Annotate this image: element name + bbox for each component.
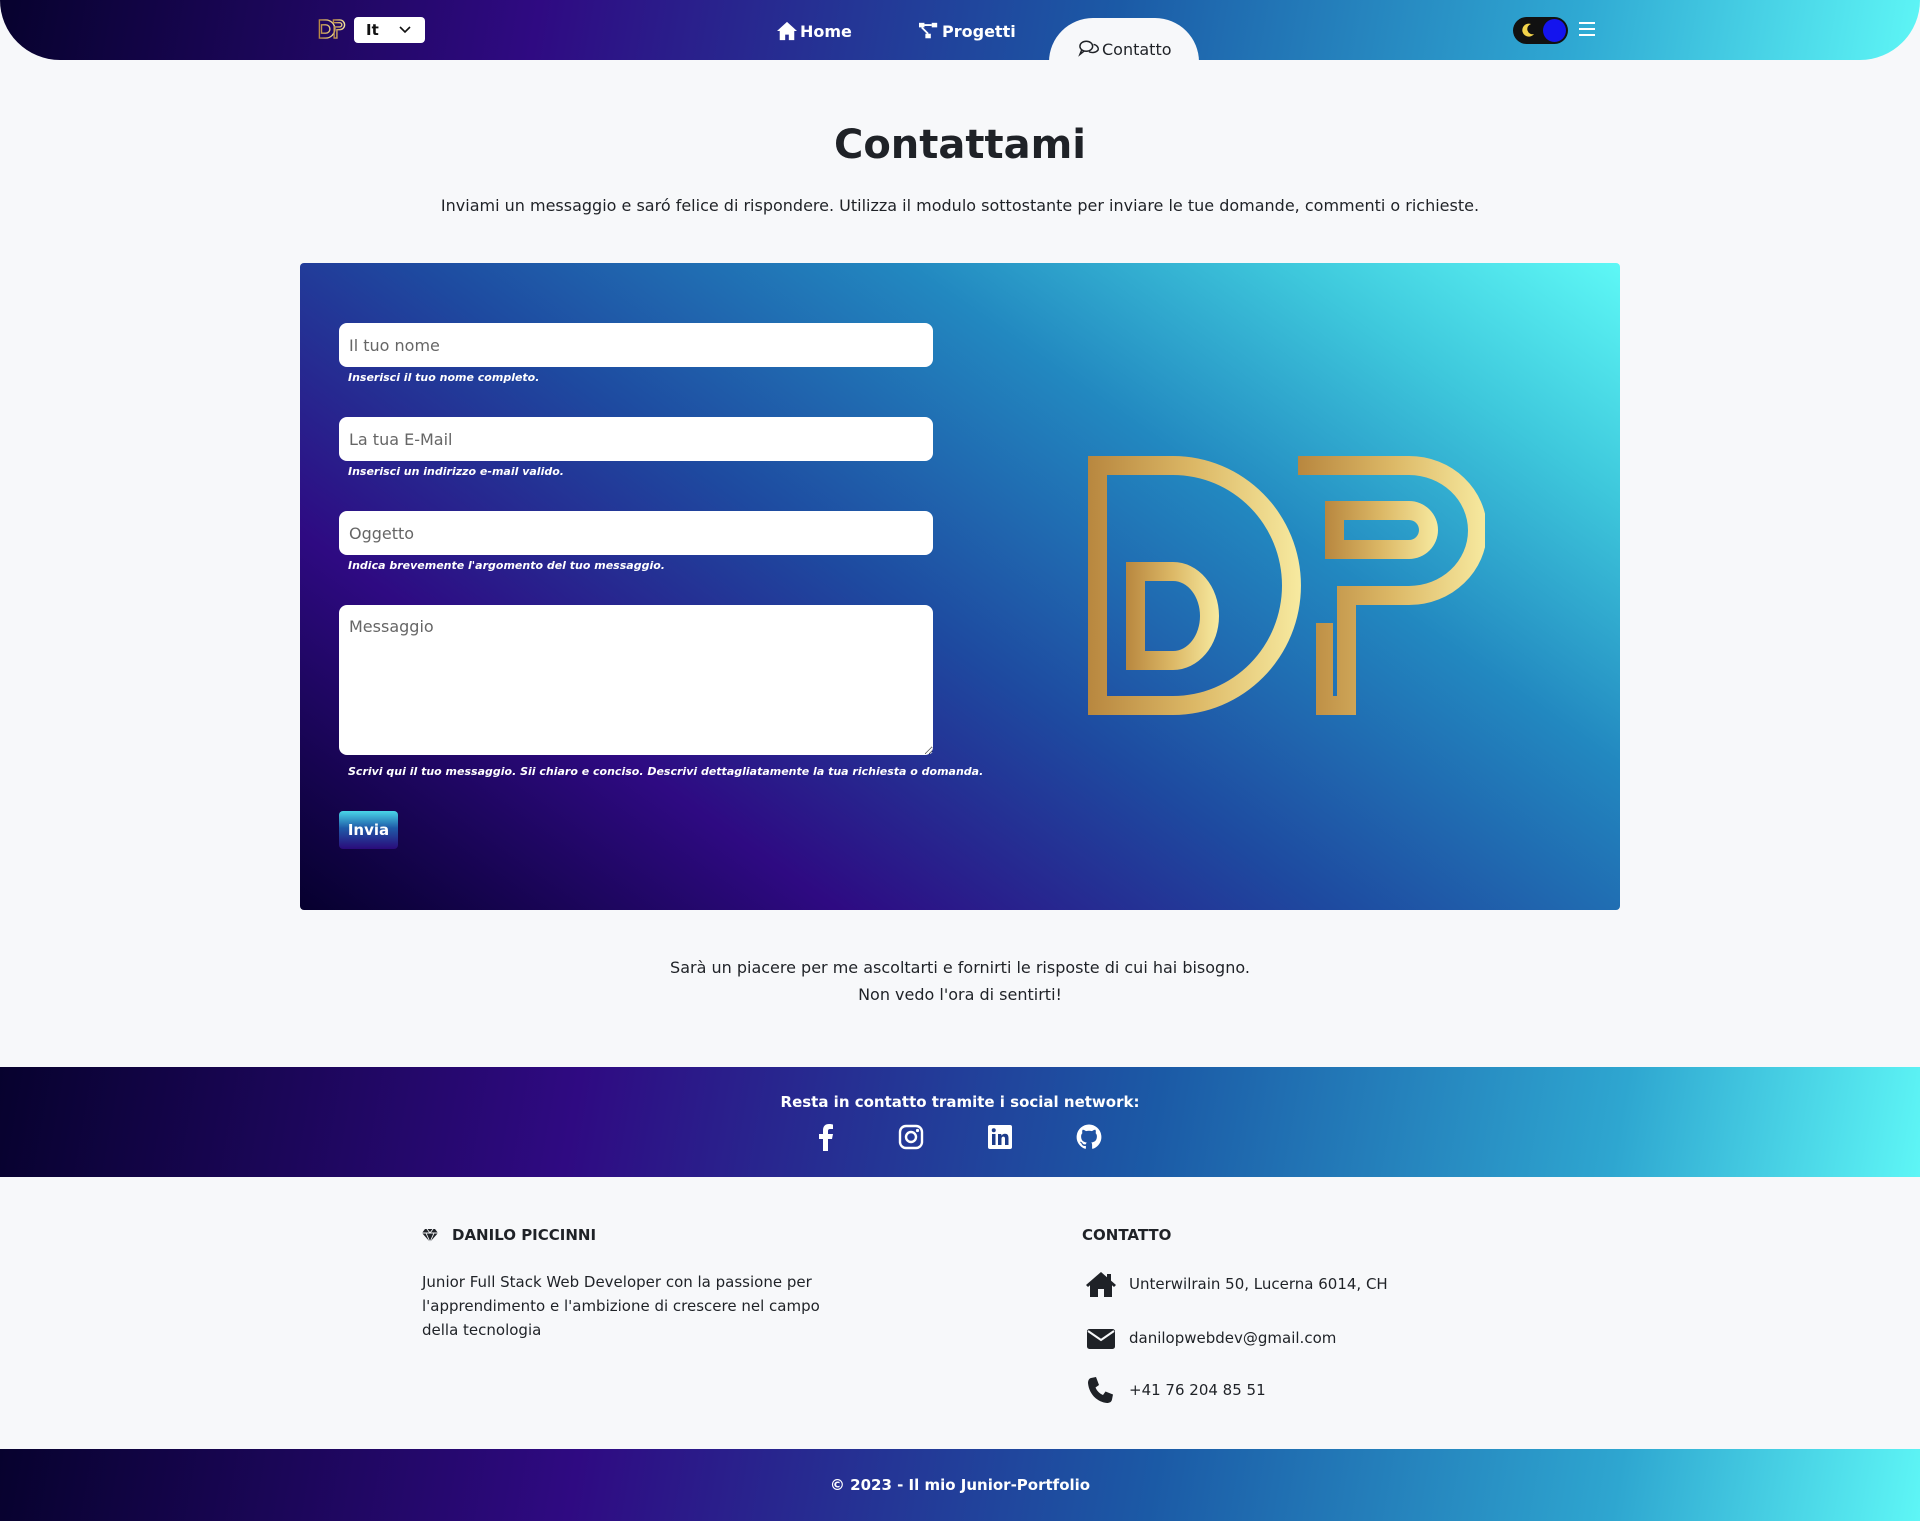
linkedin-icon[interactable] [986, 1123, 1014, 1151]
contact-card: Inserisci il tuo nome completo. Inserisc… [300, 263, 1620, 910]
email-input[interactable] [339, 417, 933, 461]
page-intro: Inviami un messaggio e saró felice di ri… [440, 196, 1480, 215]
footer-brand-name: DANILO PICCINNI [452, 1226, 597, 1244]
nav-home[interactable]: Home [776, 20, 852, 42]
footer-email[interactable]: danilopwebdev@gmail.com [1085, 1324, 1336, 1352]
footer-phone-text: +41 76 204 85 51 [1129, 1381, 1266, 1399]
name-input[interactable] [339, 323, 933, 367]
theme-toggle[interactable] [1513, 17, 1568, 44]
footer-phone[interactable]: +41 76 204 85 51 [1085, 1376, 1266, 1404]
language-select-value: It [366, 21, 379, 39]
theme-toggle-knob [1543, 19, 1566, 42]
footer-about: Junior Full Stack Web Developer con la p… [422, 1273, 820, 1339]
language-select[interactable]: It [354, 17, 425, 43]
copyright: © 2023 - Il mio Junior-Portfolio [829, 1476, 1091, 1494]
nav-contact[interactable]: Contatto [1078, 38, 1172, 60]
social-title: Resta in contatto tramite i social netwo… [780, 1093, 1140, 1111]
page-title: Contattami [833, 122, 1087, 168]
chevron-down-icon [399, 26, 411, 34]
nav-projects-label: Progetti [942, 21, 1016, 41]
menu-icon[interactable] [1578, 20, 1596, 38]
footer-contact-title: CONTATTO [1082, 1226, 1172, 1244]
footer-brand: DANILO PICCINNI [422, 1226, 596, 1244]
bottom-bar: © 2023 - Il mio Junior-Portfolio [0, 1449, 1920, 1521]
message-textarea[interactable] [339, 605, 933, 755]
facebook-icon[interactable] [812, 1123, 840, 1151]
closing-line-2: Non vedo l'ora di sentirti! [858, 985, 1062, 1004]
nav-contact-label: Contatto [1102, 39, 1172, 59]
instagram-icon[interactable] [897, 1123, 925, 1151]
social-band: Resta in contatto tramite i social netwo… [0, 1067, 1920, 1177]
name-hint: Inserisci il tuo nome completo. [348, 371, 540, 384]
closing-line-1: Sarà un piacere per me ascoltarti e forn… [670, 958, 1250, 977]
footer-address-text: Unterwilrain 50, Lucerna 6014, CH [1129, 1275, 1388, 1293]
send-button[interactable]: Invia [339, 811, 398, 849]
dp-logo-small[interactable] [318, 18, 346, 40]
github-icon[interactable] [1075, 1123, 1103, 1151]
nav-projects[interactable]: Progetti [918, 20, 1016, 42]
message-hint: Scrivi qui il tuo messaggio. Sii chiaro … [348, 765, 984, 778]
dp-logo [1088, 456, 1485, 715]
phone-icon [1088, 1377, 1113, 1403]
envelope-icon [1087, 1329, 1115, 1349]
footer-email-text: danilopwebdev@gmail.com [1129, 1329, 1337, 1347]
subject-hint: Indica brevemente l'argomento del tuo me… [348, 559, 665, 572]
footer-address: Unterwilrain 50, Lucerna 6014, CH [1085, 1270, 1388, 1298]
email-hint: Inserisci un indirizzo e-mail valido. [348, 465, 564, 478]
subject-input[interactable] [339, 511, 933, 555]
navbar: It Home Progetti Contatto [0, 0, 1920, 62]
moon-icon [1522, 23, 1534, 37]
home-icon [777, 21, 797, 41]
house-icon [1086, 1272, 1116, 1297]
chat-bubbles-icon [1078, 40, 1099, 57]
gem-icon [422, 1228, 438, 1243]
diagram-icon [919, 22, 938, 39]
nav-home-label: Home [800, 21, 852, 41]
